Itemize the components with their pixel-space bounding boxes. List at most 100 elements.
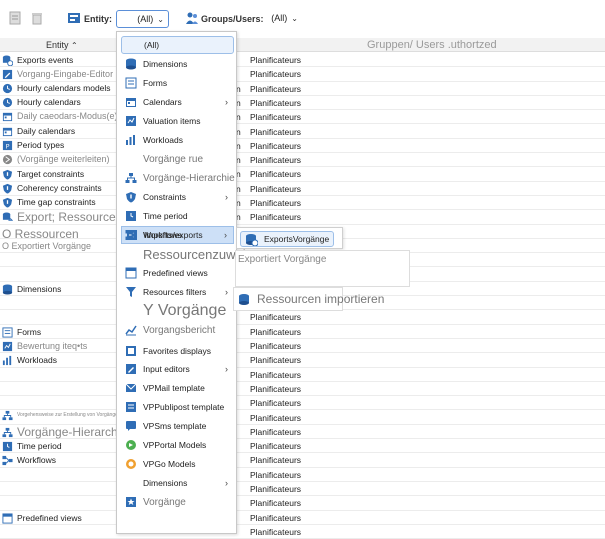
menu-item[interactable]: VPMail template — [121, 379, 234, 397]
entity-cell[interactable]: Daily caeodars-Modus(e) — [2, 109, 118, 123]
table-row[interactable]: nPlanificateurs — [0, 139, 605, 154]
hierarchy-icon — [2, 427, 13, 438]
portal-icon — [125, 439, 137, 451]
groups-cell: Planificateurs — [250, 55, 302, 65]
entity-label: Daily caeodars-Modus(e) — [17, 111, 118, 121]
menu-item[interactable]: Vorgänge rue — [121, 150, 234, 168]
table-row[interactable]: Planificateurs — [0, 353, 605, 368]
menu-item[interactable]: Favorites displays — [121, 342, 234, 360]
menu-item[interactable]: VPPortal Models — [121, 436, 234, 454]
menu-item[interactable]: Workloads — [121, 131, 234, 149]
hierarchy-icon — [125, 172, 137, 184]
table-row[interactable]: Planificateurs — [0, 310, 605, 325]
menu-item[interactable]: Resources filters › — [121, 283, 234, 301]
entity-cell[interactable]: Coherency constraints — [2, 181, 102, 195]
table-row[interactable]: Planificateurs — [0, 496, 605, 511]
time-icon — [125, 210, 137, 222]
menu-item-label: Time period — [143, 211, 188, 221]
menu-item[interactable]: Vorgangsbericht — [121, 321, 234, 339]
menu-item[interactable]: VPGo Models — [121, 455, 234, 473]
groups-users-combo[interactable]: (All) ⌄ — [268, 10, 302, 28]
menu-item[interactable]: Calendars › — [121, 93, 234, 111]
groups-column-header[interactable]: Gruppen/ Users .uthortzed — [367, 39, 497, 51]
table-row[interactable]: Planificateurs — [0, 482, 605, 497]
shield-icon — [2, 197, 13, 208]
entity-cell[interactable]: Target constraints — [2, 167, 84, 181]
entity-label: Hourly calendars models — [17, 83, 111, 93]
entity-cell[interactable]: O Exportiert Vorgänge — [2, 239, 91, 253]
entity-label: Forms — [17, 327, 42, 337]
entity-cell[interactable]: P Period types — [2, 138, 64, 152]
menu-item[interactable]: VPPublipost template — [121, 398, 234, 416]
entity-cell[interactable]: Export; Ressourcen — [2, 210, 122, 224]
grid-header: Entity ⌃ Gruppen/ Users .uthortzed — [0, 38, 605, 52]
entity-cell[interactable]: Time gap constraints — [2, 195, 96, 209]
submenu-item-ressourcen-importieren[interactable]: Ressourcen importieren — [238, 292, 384, 306]
table-row[interactable]: Planificateurs — [0, 439, 605, 454]
menu-item[interactable]: Input editors › — [121, 360, 234, 378]
entity-cell[interactable]: Vorgang-Eingabe-Editor — [2, 67, 113, 81]
entity-filter-combo[interactable]: (All) ⌄ — [116, 10, 169, 28]
entity-cell[interactable]: Vorgehensweise zur Erstellung von Vorgän… — [2, 408, 121, 422]
menu-item[interactable]: Dimensions — [121, 55, 234, 73]
menu-item[interactable]: Vorgänge — [121, 493, 234, 511]
table-row[interactable]: Planificateurs — [0, 339, 605, 354]
menu-item[interactable]: Forms — [121, 74, 234, 92]
table-row[interactable]: Planificateurs — [0, 468, 605, 482]
menu-item[interactable]: Constraints › — [121, 188, 234, 206]
menu-item-label: VPMail template — [143, 383, 205, 393]
menu-item[interactable]: Y Vorgänge — [121, 302, 234, 320]
entity-cell[interactable]: Daily calendars — [2, 124, 75, 138]
menu-item-label: Predefined views — [143, 268, 208, 278]
menu-item[interactable]: Ressourcenzuweisung — [121, 245, 274, 263]
workflow-icon — [125, 229, 137, 241]
menu-item[interactable]: Valuation items — [121, 112, 234, 130]
entity-label: Dimensions — [17, 284, 62, 294]
entity-cell[interactable]: Hourly calendars models — [2, 81, 111, 95]
entity-cell[interactable]: Predefined views — [2, 511, 82, 525]
table-row[interactable]: nPlanificateurs — [0, 125, 605, 139]
entity-label: Hourly calendars — [17, 97, 81, 107]
groups-cell: Planificateurs — [250, 383, 302, 394]
menu-item-label: Vorgänge-Hierarchie — [143, 172, 235, 184]
entity-cell[interactable]: Bewertung iteq•ts — [2, 339, 87, 353]
groups-cell: Planificateurs — [250, 198, 302, 208]
entity-cell[interactable]: Workflows — [2, 453, 56, 467]
groups-cell: Planificateurs — [250, 140, 302, 151]
trash-icon[interactable] — [31, 11, 43, 25]
menu-item[interactable]: Time period — [121, 207, 234, 225]
table-row[interactable]: Planificateurs — [0, 525, 605, 539]
chevron-down-icon: ⌄ — [291, 14, 298, 23]
table-row[interactable]: Planificateurs — [0, 453, 605, 468]
menu-item[interactable]: Dimensions › — [121, 474, 234, 492]
table-row[interactable]: Planificateurs — [0, 382, 605, 397]
entity-cell[interactable]: Forms — [2, 325, 41, 339]
table-row[interactable]: Planificateurs — [0, 368, 605, 382]
table-row[interactable]: Planificateurs — [0, 511, 605, 525]
valuation-icon — [125, 115, 137, 127]
menu-item[interactable]: (All) — [121, 36, 234, 54]
entity-cell[interactable]: Dimensions — [2, 282, 61, 296]
table-row[interactable]: Planificateurs — [0, 325, 605, 339]
entity-cell[interactable]: (Vorgänge weiterleiten) — [2, 152, 110, 166]
menu-item[interactable]: Vorgänge-Hierarchie — [121, 169, 235, 187]
menu-item[interactable]: VPSms template — [121, 417, 234, 435]
time-icon — [2, 441, 13, 452]
entity-cell[interactable]: Workloads — [2, 353, 57, 367]
entity-cell[interactable]: Vorgänge-Hierarchie — [2, 425, 127, 439]
table-row[interactable]: nPlanificateurs — [0, 167, 605, 182]
entity-cell[interactable]: Exports events — [2, 53, 73, 67]
entity-label: Vorgehensweise zur Erstellung von Vorgän… — [17, 412, 121, 418]
entity-cell[interactable]: Time period — [2, 439, 62, 453]
menu-item-label: Input editors — [143, 364, 190, 374]
table-row[interactable]: Planificateurs — [0, 53, 605, 68]
menu-item[interactable]: Predefined views — [121, 264, 234, 282]
submenu-item-exports-vorgaenge[interactable]: ExportsVorgänge — [240, 231, 335, 247]
calendar-icon — [2, 111, 13, 122]
groups-cell: Planificateurs — [250, 455, 302, 466]
entity-cell[interactable]: Hourly calendars — [2, 95, 81, 109]
menu-item[interactable]: Workflows — [121, 226, 234, 244]
submenu-item-exportiert-vorgaenge[interactable]: Exportiert Vorgänge — [238, 254, 326, 265]
entity-column-header[interactable]: Entity ⌃ — [46, 40, 78, 50]
document-icon[interactable] — [9, 11, 21, 25]
